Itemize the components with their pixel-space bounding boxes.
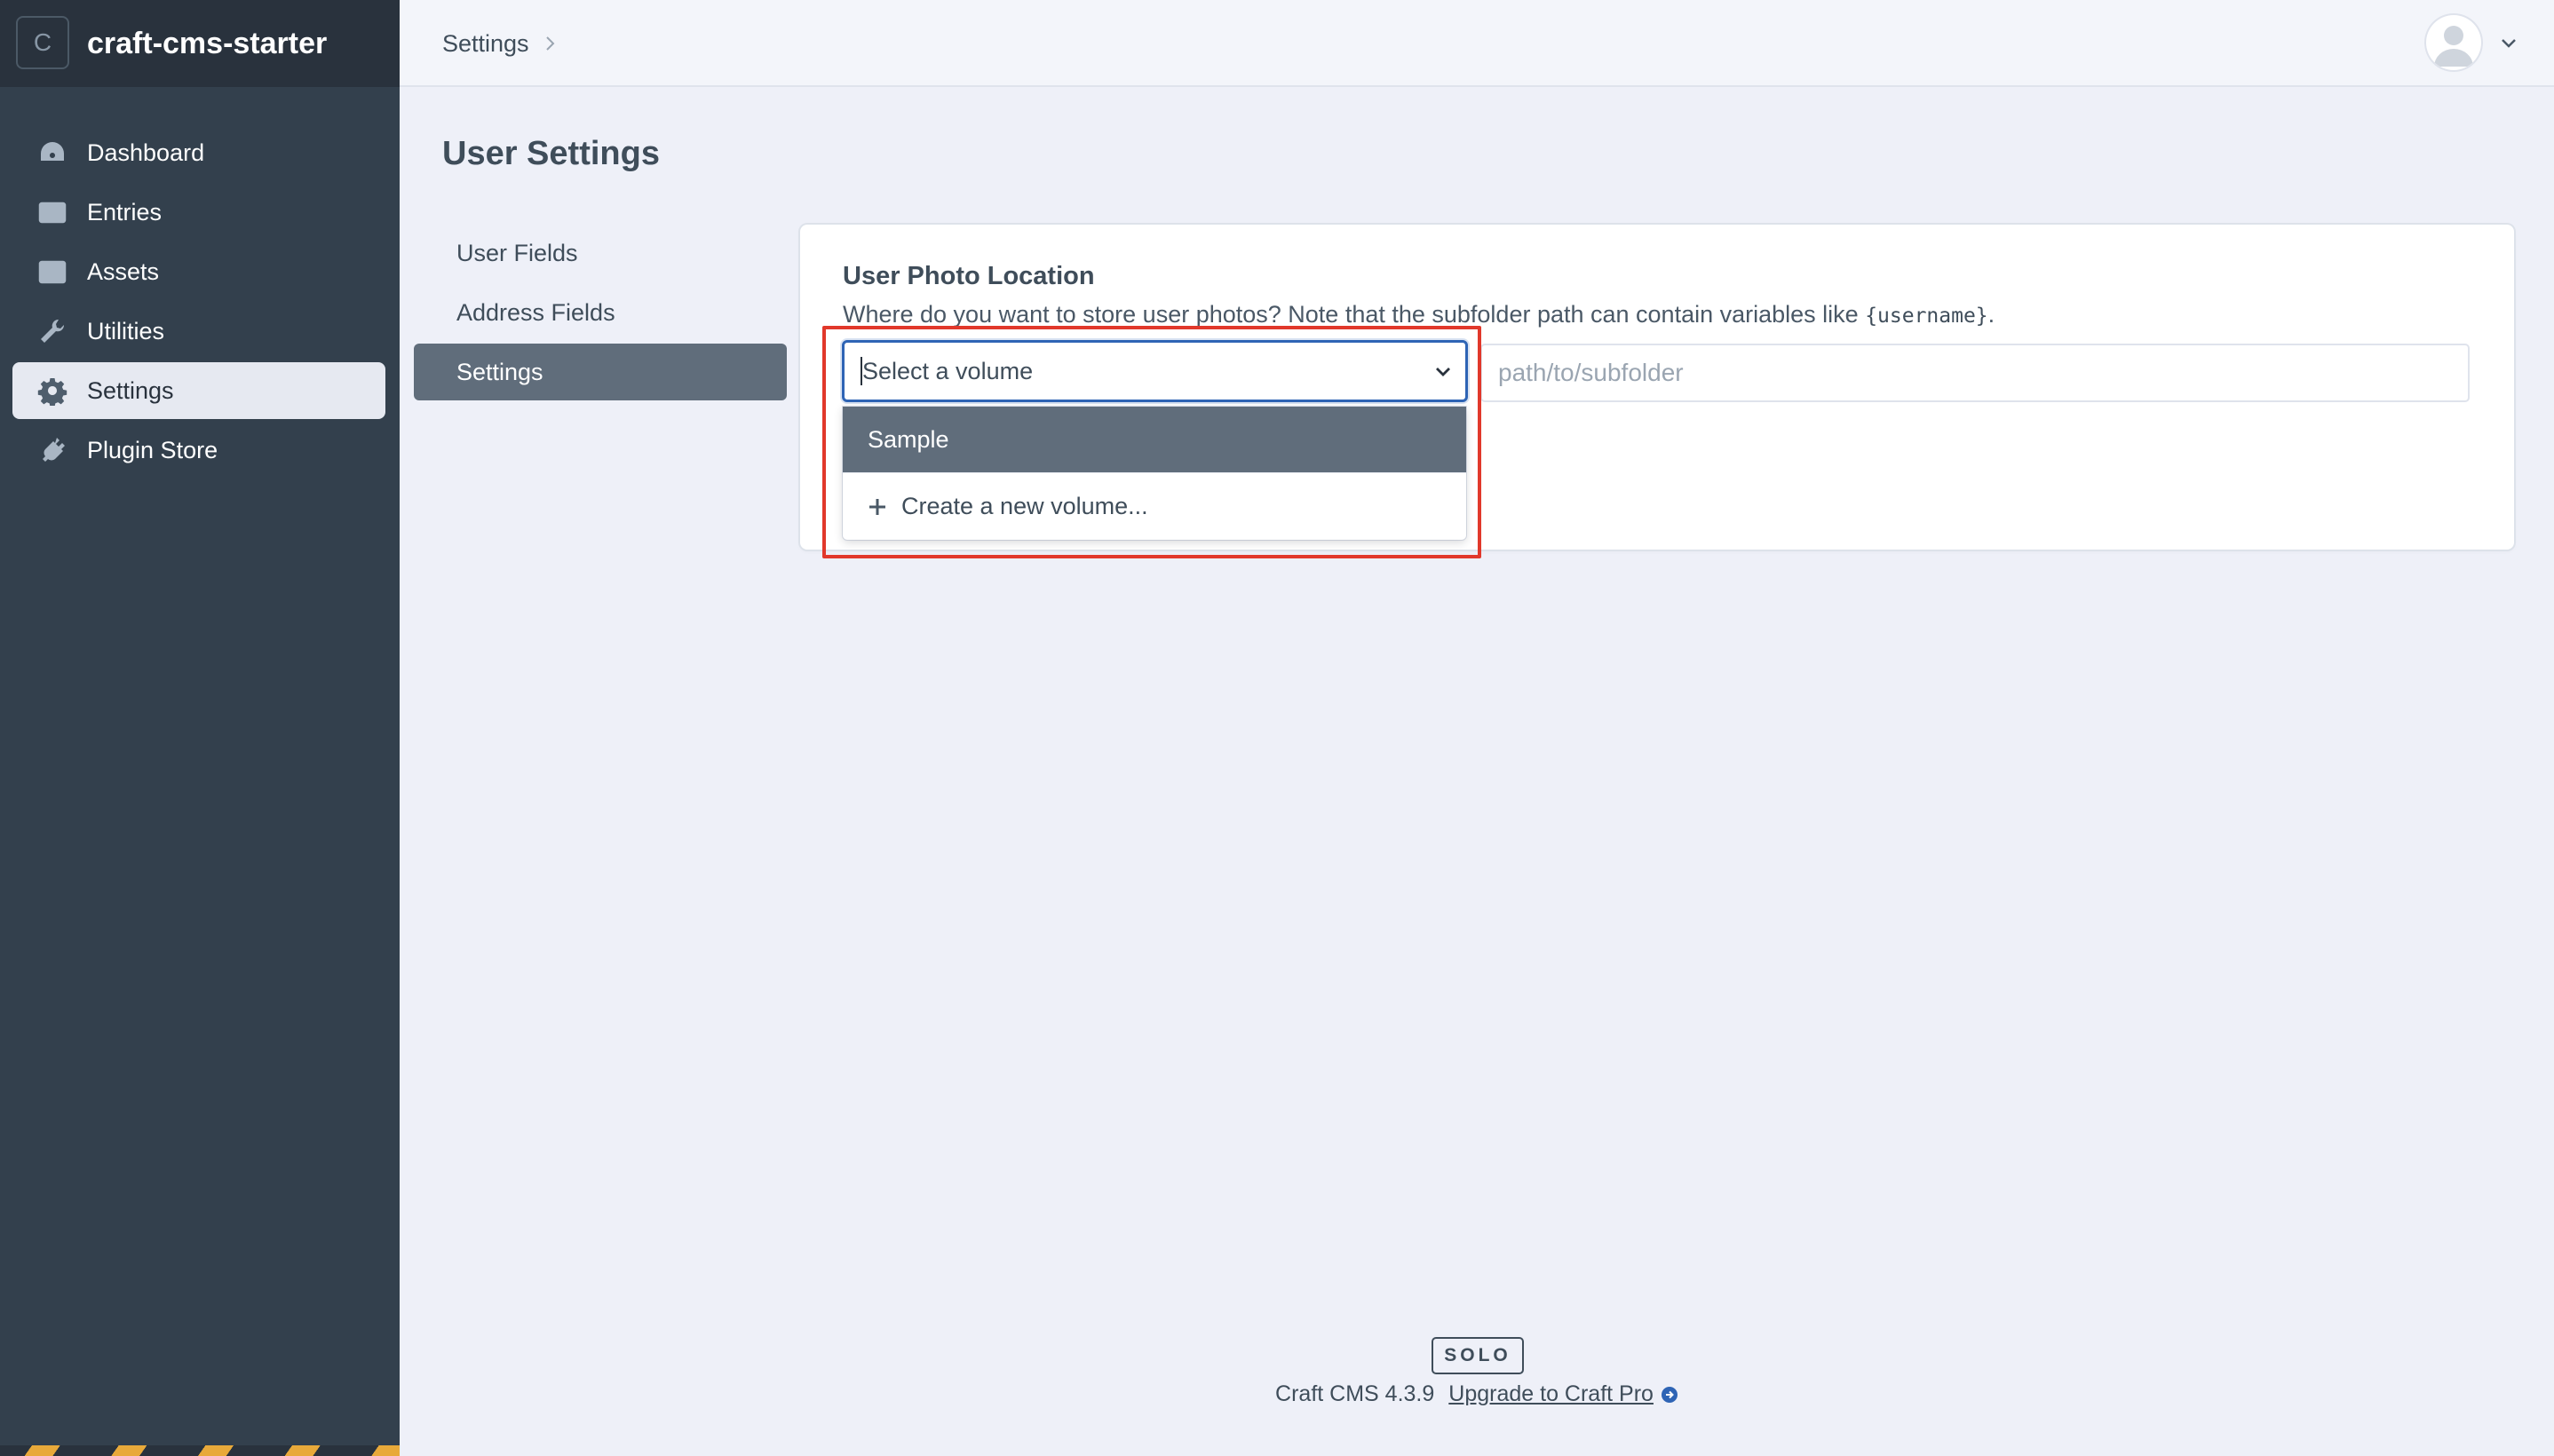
subnav-item-address-fields[interactable]: Address Fields <box>414 284 787 341</box>
nav-item-entries[interactable]: Entries <box>12 184 385 241</box>
option-label: Create a new volume... <box>901 493 1148 519</box>
dev-mode-stripe <box>0 1445 400 1456</box>
upgrade-link[interactable]: Upgrade to Craft Pro <box>1448 1381 1678 1407</box>
nav-item-label: Plugin Store <box>87 436 218 463</box>
subnav-item-user-fields[interactable]: User Fields <box>414 225 787 281</box>
nav-item-settings[interactable]: Settings <box>12 362 385 419</box>
primary-nav: Dashboard Entries Assets Utilities Setti… <box>12 124 385 481</box>
site-badge[interactable]: C <box>16 16 69 69</box>
nav-item-assets[interactable]: Assets <box>12 243 385 300</box>
image-icon <box>37 257 67 287</box>
nav-item-label: Utilities <box>87 317 165 344</box>
gauge-icon <box>37 138 67 168</box>
user-avatar[interactable] <box>2426 15 2481 70</box>
chevron-down-icon <box>1436 368 1450 376</box>
option-create-volume[interactable]: Create a new volume... <box>843 472 1466 540</box>
arrow-circle-icon <box>1661 1386 1678 1403</box>
volume-select[interactable]: Select a volume <box>842 340 1468 402</box>
option-sample[interactable]: Sample <box>843 407 1466 472</box>
volume-dropdown-menu: Sample Create a new volume... <box>843 407 1466 540</box>
chevron-down-icon[interactable] <box>2499 34 2518 53</box>
nav-item-label: Dashboard <box>87 138 205 166</box>
cms-version: Craft CMS 4.3.9 <box>1275 1381 1435 1406</box>
footer: Craft CMS 4.3.9 Upgrade to Craft Pro <box>0 1381 2554 1407</box>
page-title: User Settings <box>442 135 660 172</box>
nav-item-plugin-store[interactable]: Plugin Store <box>12 422 385 479</box>
gear-icon <box>37 376 67 406</box>
sidebar: C craft-cms-starter Dashboard Entries As… <box>0 0 400 1456</box>
upgrade-link-label: Upgrade to Craft Pro <box>1448 1381 1654 1406</box>
instructions-code: {username} <box>1865 305 1988 328</box>
nav-item-label: Entries <box>87 198 163 226</box>
top-bar: Settings <box>400 0 2554 87</box>
option-label: Sample <box>868 425 949 453</box>
user-silhouette-icon <box>2434 26 2473 67</box>
nav-item-dashboard[interactable]: Dashboard <box>12 124 385 181</box>
field-instructions: Where do you want to store user photos? … <box>843 301 1995 328</box>
nav-item-label: Settings <box>87 376 174 404</box>
wrench-icon <box>37 316 67 346</box>
settings-subnav: User Fields Address Fields Settings <box>414 225 787 403</box>
subfolder-path-input[interactable] <box>1480 344 2470 402</box>
subnav-item-settings[interactable]: Settings <box>414 344 787 400</box>
instructions-text: Where do you want to store user photos? … <box>843 301 1866 328</box>
plus-icon <box>869 498 885 515</box>
edition-badge: SOLO <box>1432 1337 1524 1374</box>
volume-select-value: Select a volume <box>862 357 1034 384</box>
site-header: C craft-cms-starter <box>0 0 400 87</box>
nav-item-label: Assets <box>87 257 160 285</box>
breadcrumb: Settings <box>442 0 558 87</box>
chevron-right-icon <box>545 36 554 51</box>
field-label: User Photo Location <box>843 262 1095 290</box>
site-name[interactable]: craft-cms-starter <box>87 0 327 87</box>
nav-item-utilities[interactable]: Utilities <box>12 303 385 360</box>
plug-icon <box>37 435 67 465</box>
newspaper-icon <box>37 197 67 227</box>
instructions-end: . <box>1987 301 1995 328</box>
breadcrumb-settings[interactable]: Settings <box>442 30 529 58</box>
